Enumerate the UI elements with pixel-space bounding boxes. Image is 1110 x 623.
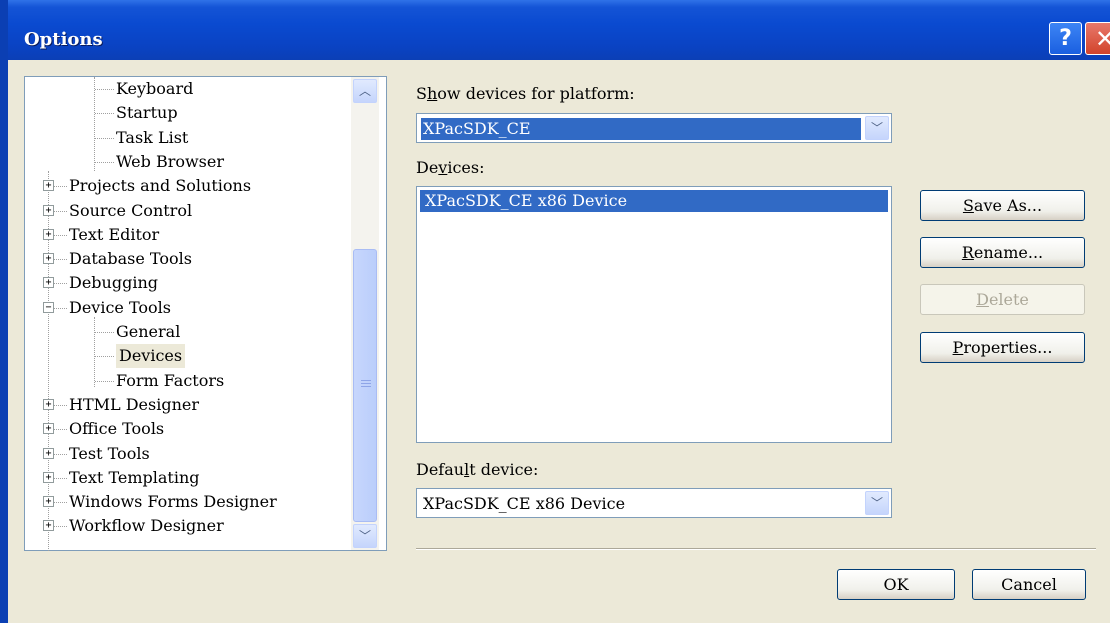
cancel-button[interactable]: Cancel — [972, 569, 1086, 600]
tree-item-label: Office Tools — [69, 419, 165, 439]
tree-item-label: Windows Forms Designer — [69, 492, 277, 512]
help-icon: ? — [1059, 26, 1072, 51]
platform-label: Show devices for platform: — [416, 84, 635, 103]
tree-connector — [95, 356, 114, 358]
default-device-label: Default device: — [416, 460, 539, 479]
expand-icon[interactable]: + — [43, 253, 54, 265]
tree-item-label: Debugging — [69, 273, 158, 293]
devices-label: Devices: — [416, 158, 485, 177]
tree-item[interactable]: + Text Editor — [25, 223, 350, 247]
save-as-button[interactable]: Save As... — [920, 190, 1085, 221]
devices-list[interactable]: XPacSDK_CE x86 Device — [416, 186, 892, 443]
expand-icon[interactable]: + — [43, 277, 54, 289]
tree-item-label: Source Control — [69, 200, 193, 220]
tree-item[interactable]: + Database Tools — [25, 247, 350, 271]
grip-line — [361, 383, 371, 384]
chevron-down-icon: ﹀ — [358, 529, 371, 543]
tree-item[interactable]: + Source Control — [25, 199, 350, 223]
tree-item[interactable]: + Test Tools — [25, 442, 350, 466]
chevron-down-icon: ﹀ — [870, 496, 883, 510]
default-device-dropdown-button[interactable]: ﹀ — [865, 491, 889, 515]
close-icon: ✕ — [1094, 24, 1110, 53]
grip-line — [361, 380, 371, 381]
expand-icon[interactable]: + — [43, 228, 54, 240]
grip-line — [361, 386, 371, 387]
expand-icon[interactable]: + — [43, 520, 54, 532]
title-bar[interactable]: Options ? ✕ — [0, 0, 1110, 60]
tree-item[interactable]: − Device Tools — [25, 296, 350, 320]
tree-connector — [95, 380, 114, 382]
expand-icon[interactable]: + — [43, 398, 54, 410]
delete-button[interactable]: Delete — [920, 284, 1085, 315]
tree-item-label: Projects and Solutions — [69, 176, 252, 196]
tree-item[interactable]: + Office Tools — [25, 417, 350, 441]
tree-connector — [95, 113, 114, 115]
platform-value: XPacSDK_CE — [420, 117, 862, 141]
separator — [416, 548, 1096, 550]
tree-connector — [95, 137, 114, 139]
scroll-up-button[interactable]: ︿ — [353, 79, 377, 103]
tree-item[interactable]: Devices — [25, 344, 350, 369]
tree-item-label: Test Tools — [69, 443, 150, 463]
tree-item[interactable]: Web Browser — [25, 150, 350, 174]
tree-item-label: Workflow Designer — [69, 516, 224, 536]
tree-item-label: Device Tools — [69, 297, 171, 317]
tree-item[interactable]: + Projects and Solutions — [25, 174, 350, 198]
tree-item-label: Keyboard — [116, 79, 194, 98]
tree-item-label: Text Templating — [69, 467, 200, 487]
tree-item[interactable]: Task List — [25, 126, 350, 150]
tree-item-label: Devices — [116, 344, 186, 369]
tree-item-label: Web Browser — [116, 151, 224, 171]
default-device-combobox[interactable]: XPacSDK_CE x86 Device ﹀ — [416, 488, 892, 518]
ok-button[interactable]: OK — [837, 569, 955, 600]
window-frame — [0, 60, 8, 623]
properties-button[interactable]: Properties... — [920, 332, 1085, 363]
help-button[interactable]: ? — [1049, 22, 1082, 55]
expand-icon[interactable]: + — [43, 423, 54, 435]
expand-icon[interactable]: + — [43, 496, 54, 508]
tree-item-label: HTML Designer — [69, 394, 200, 414]
rename-button[interactable]: Rename... — [920, 237, 1085, 268]
expand-icon[interactable]: + — [43, 447, 54, 459]
scrollbar-thumb[interactable] — [353, 249, 377, 522]
tree-item[interactable]: Form Factors — [25, 369, 350, 393]
window-title: Options — [24, 29, 103, 50]
tree-item[interactable]: + Windows Forms Designer — [25, 490, 350, 514]
tree-item-label: Database Tools — [69, 249, 192, 269]
tree-connector — [95, 89, 114, 90]
chevron-up-icon: ︿ — [358, 84, 371, 98]
tree-item[interactable]: + HTML Designer — [25, 393, 350, 417]
tree-connector — [95, 161, 114, 163]
collapse-icon[interactable]: − — [43, 301, 54, 313]
platform-combobox[interactable]: XPacSDK_CE ﹀ — [416, 113, 892, 143]
default-device-value: XPacSDK_CE x86 Device — [423, 494, 626, 513]
scroll-down-button[interactable]: ﹀ — [353, 524, 377, 548]
tree-item-label: Startup — [116, 103, 178, 123]
expand-icon[interactable]: + — [43, 471, 54, 483]
tree-item-label: Form Factors — [116, 370, 225, 390]
tree-item[interactable]: + Text Templating — [25, 466, 350, 490]
tree-item[interactable]: Startup — [25, 101, 350, 125]
expand-icon[interactable]: + — [43, 180, 54, 192]
tree-item-label: Text Editor — [69, 224, 160, 244]
tree-item[interactable]: Keyboard — [25, 77, 350, 101]
tree-item[interactable]: General — [25, 320, 350, 344]
close-button[interactable]: ✕ — [1085, 22, 1110, 55]
expand-icon[interactable]: + — [43, 204, 54, 216]
tree-connector — [95, 332, 114, 333]
device-list-item[interactable]: XPacSDK_CE x86 Device — [420, 190, 888, 212]
chevron-down-icon: ﹀ — [870, 121, 883, 135]
tree-item-label: Task List — [116, 127, 189, 147]
platform-dropdown-button[interactable]: ﹀ — [865, 116, 889, 140]
options-tree[interactable]: Keyboard Startup Task List Web Browser + Proj… — [24, 76, 387, 551]
tree-item-label: General — [116, 322, 181, 341]
tree-item[interactable]: + Debugging — [25, 271, 350, 295]
tree-scrollbar[interactable]: ︿ ﹀ — [351, 77, 379, 550]
tree-item[interactable]: + Workflow Designer — [25, 514, 350, 538]
